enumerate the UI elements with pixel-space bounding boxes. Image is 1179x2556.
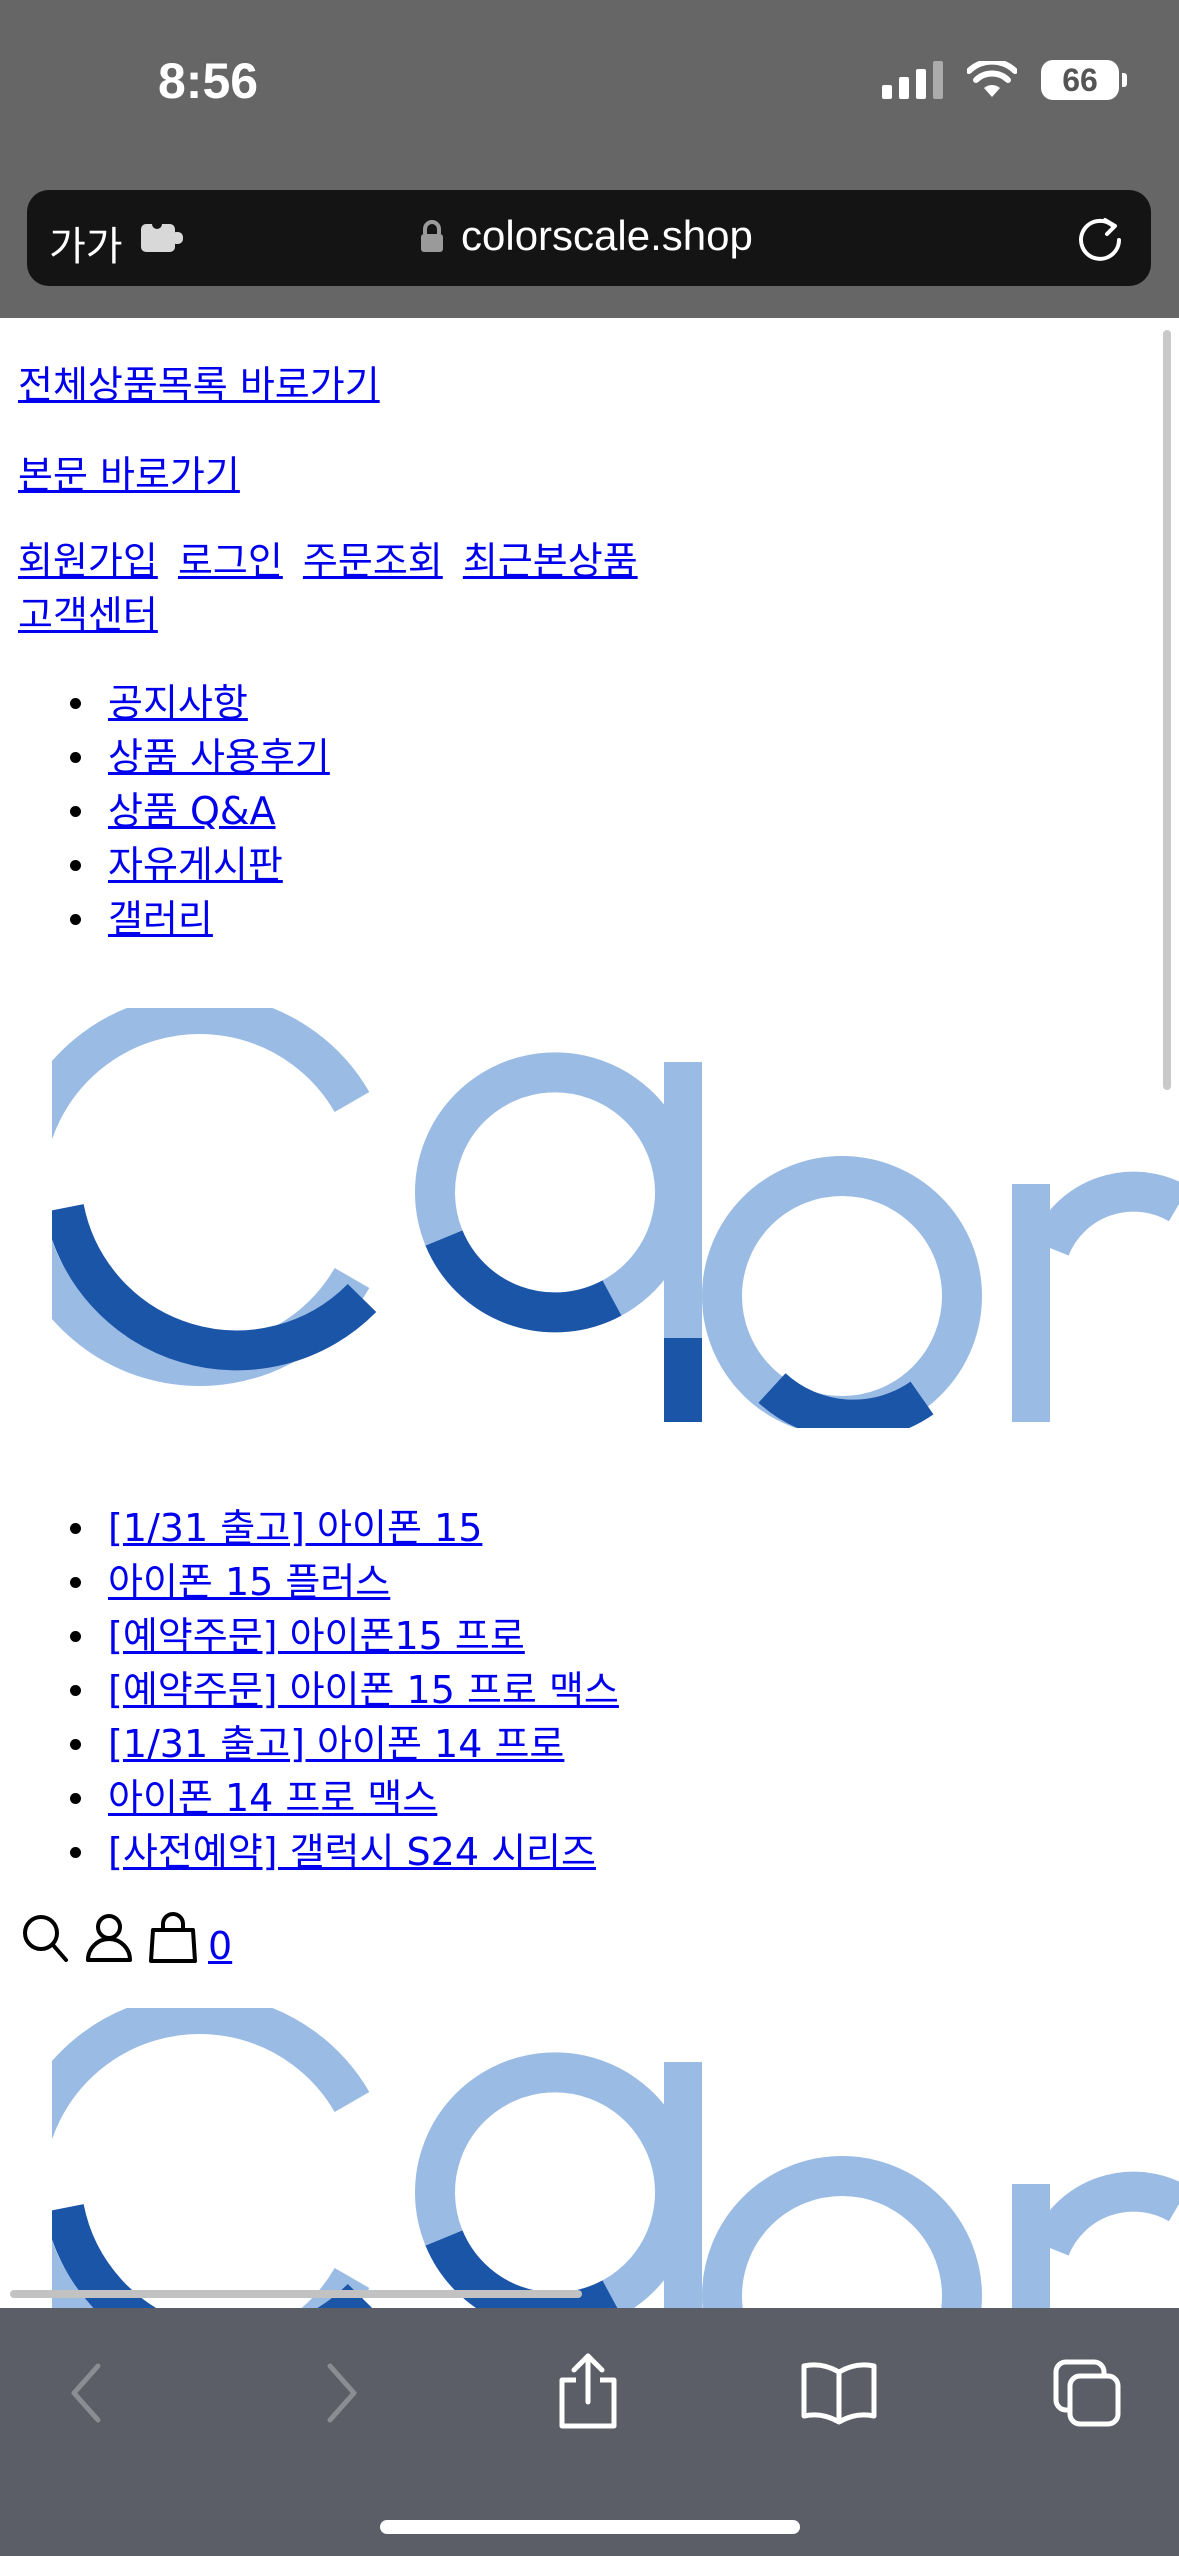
board-qna-link[interactable]: 상품 Q&A [108,789,276,833]
bookmarks-icon[interactable] [800,2358,878,2432]
board-reviews-link[interactable]: 상품 사용후기 [108,735,330,779]
product-iphone15pro-link[interactable]: [예약주문] 아이폰15 프로 [108,1614,525,1658]
cellular-signal-icon [882,61,943,99]
home-indicator[interactable] [380,2520,800,2534]
browser-top-chrome: 8:56 66 가가 colorscale.shop [0,0,1179,318]
list-item: [1/31 출고] 아이폰 14 프로 [70,1717,619,1771]
board-free-link[interactable]: 자유게시판 [108,843,283,887]
brand-logo[interactable] [52,1008,1179,1428]
skip-to-main-content-link[interactable]: 본문 바로가기 [18,444,240,499]
product-iphone15-link[interactable]: [1/31 출고] 아이폰 15 [108,1506,482,1550]
tabs-icon[interactable] [1052,2358,1124,2432]
browser-toolbar [0,2308,1179,2556]
board-notice-link[interactable]: 공지사항 [108,681,248,725]
product-menu: [1/31 출고] 아이폰 15 아이폰 15 플러스 [예약주문] 아이폰15… [70,1501,619,1879]
list-item: 갤러리 [70,892,330,946]
search-icon[interactable] [20,1912,70,1968]
list-item: [1/31 출고] 아이폰 15 [70,1501,619,1555]
reader-text-size-button[interactable]: 가가 [49,214,123,272]
list-item: 자유게시판 [70,838,330,892]
product-iphone15promax-link[interactable]: [예약주문] 아이폰 15 프로 맥스 [108,1668,619,1712]
web-page: 전체상품목록 바로가기 본문 바로가기 회원가입 로그인 주문조회 최근본상품 … [0,318,1179,2308]
list-item: [예약주문] 아이폰15 프로 [70,1609,619,1663]
list-item: [사전예약] 갤럭시 S24 시리즈 [70,1825,619,1879]
url-text[interactable]: colorscale.shop [461,212,753,260]
list-item: 아이폰 14 프로 맥스 [70,1771,619,1825]
recently-viewed-link[interactable]: 최근본상품 [463,539,638,583]
product-iphone14pro-link[interactable]: [1/31 출고] 아이폰 14 프로 [108,1722,564,1766]
address-bar[interactable]: 가가 colorscale.shop [27,190,1151,286]
battery-level: 66 [1062,61,1098,98]
list-item: 상품 Q&A [70,784,330,838]
list-item: [예약주문] 아이폰 15 프로 맥스 [70,1663,619,1717]
board-menu: 공지사항 상품 사용후기 상품 Q&A 자유게시판 갤러리 [70,676,330,946]
vertical-scrollbar[interactable] [1163,330,1171,1090]
forward-icon[interactable] [316,2358,366,2432]
wifi-icon [967,61,1017,99]
brand-logo-repeat[interactable] [52,2008,1179,2308]
status-time: 8:56 [158,53,259,109]
cart-count-link[interactable]: 0 [208,1924,232,1968]
signup-link[interactable]: 회원가입 [18,539,158,583]
product-iphone14promax-link[interactable]: 아이폰 14 프로 맥스 [108,1776,437,1820]
customer-center-link[interactable]: 고객센터 [18,593,158,637]
product-galaxy-s24-link[interactable]: [사전예약] 갤럭시 S24 시리즈 [108,1830,596,1874]
board-gallery-link[interactable]: 갤러리 [108,897,213,941]
lock-icon [419,220,445,258]
battery-icon: 66 [1041,60,1127,100]
header-icons: 0 [20,1912,232,1968]
order-lookup-link[interactable]: 주문조회 [303,539,443,583]
horizontal-scrollbar[interactable] [10,2290,582,2298]
list-item: 상품 사용후기 [70,730,330,784]
extension-icon[interactable] [139,218,187,262]
user-icon[interactable] [84,1912,134,1968]
list-item: 아이폰 15 플러스 [70,1555,619,1609]
skip-to-all-products-link[interactable]: 전체상품목록 바로가기 [18,354,380,409]
list-item: 공지사항 [70,676,330,730]
reload-icon[interactable] [1075,212,1125,268]
back-icon[interactable] [62,2358,112,2432]
share-icon[interactable] [556,2350,620,2434]
status-icons: 66 [882,60,1127,100]
product-iphone15plus-link[interactable]: 아이폰 15 플러스 [108,1560,390,1604]
cart-icon[interactable] [148,1912,198,1968]
login-link[interactable]: 로그인 [178,539,283,583]
member-links: 회원가입 로그인 주문조회 최근본상품 고객센터 [18,534,718,642]
